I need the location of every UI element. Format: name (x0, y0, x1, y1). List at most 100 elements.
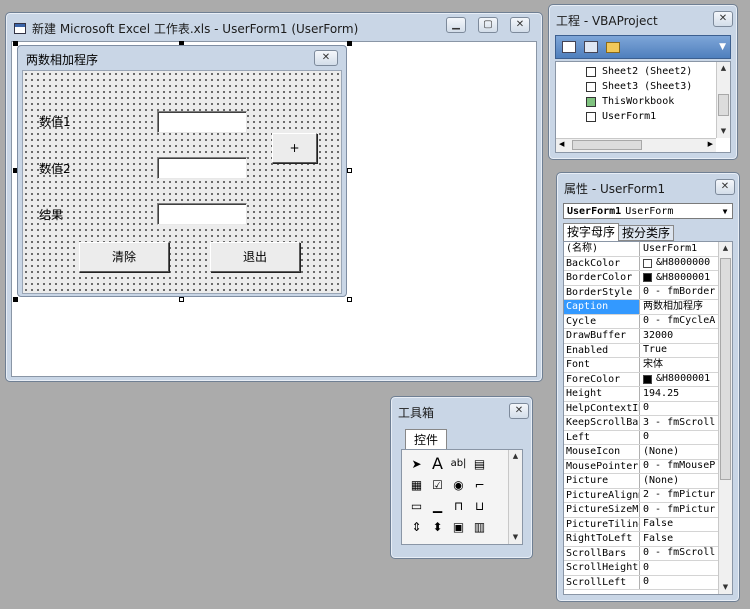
property-row[interactable]: Caption 两数相加程序 (564, 300, 719, 315)
resize-handle[interactable] (347, 168, 352, 173)
scroll-up-icon[interactable]: ▲ (509, 450, 522, 463)
togglebutton-tool-icon[interactable]: ⌐ (469, 474, 490, 495)
property-row[interactable]: PictureSizeMo 0 - fmPictur (564, 503, 719, 518)
property-value[interactable]: 0 - fmBorder (640, 286, 719, 300)
tabstrip-tool-icon[interactable]: ⊓ (448, 495, 469, 516)
textbox-result[interactable] (157, 203, 247, 225)
resize-handle[interactable] (347, 297, 352, 302)
exit-button[interactable]: 退出 (210, 242, 300, 272)
toolbar-chevron-icon[interactable]: ▼ (719, 42, 726, 52)
property-value[interactable]: &H8000000 (640, 257, 719, 271)
maximize-button[interactable]: ▢ (478, 17, 498, 33)
toolbox-vscroll[interactable]: ▲ ▼ (508, 450, 522, 544)
scroll-thumb[interactable] (718, 94, 729, 116)
textbox-value1[interactable] (157, 111, 247, 133)
pointer-icon[interactable]: ➤ (406, 453, 427, 474)
refedit-tool-icon[interactable]: ▥ (469, 516, 490, 537)
property-row[interactable]: MousePointer 0 - fmMouseP (564, 459, 719, 474)
view-object-icon[interactable] (584, 41, 598, 53)
multipage-tool-icon[interactable]: ⊔ (469, 495, 490, 516)
property-row[interactable]: Enabled True (564, 343, 719, 358)
property-value[interactable]: 0 - fmScroll (640, 547, 719, 561)
optionbutton-tool-icon[interactable]: ◉ (448, 474, 469, 495)
project-hscroll[interactable]: ◀ ▶ (556, 138, 716, 152)
property-value[interactable]: 0 - fmPictur (640, 503, 719, 517)
toolbox-close-button[interactable]: ✕ (509, 403, 529, 419)
property-row[interactable]: KeepScrollBar 3 - fmScroll (564, 416, 719, 431)
property-value[interactable]: 两数相加程序 (640, 300, 719, 314)
property-value[interactable]: 0 (640, 431, 719, 445)
add-button[interactable]: + (272, 133, 317, 163)
resize-handle[interactable] (347, 41, 352, 46)
view-code-icon[interactable] (562, 41, 576, 53)
property-row[interactable]: Cycle 0 - fmCycleA (564, 314, 719, 329)
property-value[interactable]: 0 (640, 576, 719, 590)
property-row[interactable]: HelpContextID 0 (564, 401, 719, 416)
property-row[interactable]: ScrollHeight 0 (564, 561, 719, 576)
textbox-tool-icon[interactable]: ab| (448, 453, 469, 474)
property-value[interactable]: 194.25 (640, 387, 719, 401)
textbox-value2[interactable] (157, 157, 247, 179)
scroll-up-icon[interactable]: ▲ (717, 62, 730, 75)
property-value[interactable]: (None) (640, 474, 719, 488)
image-tool-icon[interactable]: ▣ (448, 516, 469, 537)
scroll-left-icon[interactable]: ◀ (559, 140, 564, 148)
property-value[interactable]: 宋体 (640, 358, 719, 372)
tree-item[interactable]: ThisWorkbook (586, 94, 692, 109)
checkbox-tool-icon[interactable]: ☑ (427, 474, 448, 495)
property-row[interactable]: Font 宋体 (564, 358, 719, 373)
tree-item[interactable]: Sheet3 (Sheet3) (586, 79, 692, 94)
property-value[interactable]: UserForm1 (640, 242, 719, 256)
tree-item[interactable]: Sheet2 (Sheet2) (586, 64, 692, 79)
property-value[interactable]: &H8000001 (640, 271, 719, 285)
property-value[interactable]: 0 - fmCycleA (640, 315, 719, 329)
scroll-down-icon[interactable]: ▼ (717, 125, 730, 138)
commandbutton-tool-icon[interactable]: ▁ (427, 495, 448, 516)
project-close-button[interactable]: ✕ (713, 11, 733, 27)
tab-categorized[interactable]: 按分类序 (619, 225, 675, 241)
listbox-tool-icon[interactable]: ▦ (406, 474, 427, 495)
property-value[interactable]: 0 (640, 402, 719, 416)
property-row[interactable]: DrawBuffer 32000 (564, 329, 719, 344)
spinbutton-tool-icon[interactable]: ⬍ (427, 516, 448, 537)
property-value[interactable]: (None) (640, 445, 719, 459)
property-row[interactable]: MouseIcon (None) (564, 445, 719, 460)
property-value[interactable]: 32000 (640, 329, 719, 343)
property-value[interactable]: 0 - fmMouseP (640, 460, 719, 474)
userform-design[interactable]: 两数相加程序 ✕ 数值1 数值2 + 结果 清除 退出 (17, 45, 347, 297)
minimize-button[interactable]: ▁ (446, 17, 466, 33)
property-row[interactable]: Left 0 (564, 430, 719, 445)
userform-close-button[interactable]: ✕ (314, 50, 338, 66)
property-row[interactable]: PictureTiling False (564, 517, 719, 532)
property-row[interactable]: Picture (None) (564, 474, 719, 489)
scroll-up-icon[interactable]: ▲ (719, 242, 732, 255)
scrollbar-tool-icon[interactable]: ⇕ (406, 516, 427, 537)
tab-alphabetic[interactable]: 按字母序 (563, 223, 620, 241)
scroll-right-icon[interactable]: ▶ (708, 140, 713, 148)
property-value[interactable]: 0 (640, 561, 719, 575)
toolbox-tab[interactable]: 控件 (405, 429, 448, 449)
clear-button[interactable]: 清除 (79, 242, 169, 272)
property-row[interactable]: RightToLeft False (564, 532, 719, 547)
scroll-thumb[interactable] (720, 258, 731, 480)
property-value[interactable]: 2 - fmPictur (640, 489, 719, 503)
dropdown-arrow-icon[interactable]: ▼ (718, 207, 732, 216)
property-value[interactable]: True (640, 344, 719, 358)
property-row[interactable]: ForeColor &H8000001 (564, 372, 719, 387)
property-row[interactable]: BackColor &H8000000 (564, 256, 719, 271)
property-row[interactable]: PictureAlignm 2 - fmPictur (564, 488, 719, 503)
project-vscroll[interactable]: ▲ ▼ (716, 62, 730, 138)
property-row[interactable]: ScrollLeft 0 (564, 575, 719, 590)
property-row[interactable]: ScrollBars 0 - fmScroll (564, 546, 719, 561)
hscroll-thumb[interactable] (572, 140, 642, 150)
toggle-folders-icon[interactable] (606, 41, 620, 53)
close-button[interactable]: ✕ (510, 17, 530, 33)
frame-tool-icon[interactable]: ▭ (406, 495, 427, 516)
resize-handle[interactable] (179, 297, 184, 302)
property-value[interactable]: &H8000001 (640, 373, 719, 387)
property-row[interactable]: BorderColor &H8000001 (564, 271, 719, 286)
properties-close-button[interactable]: ✕ (715, 179, 735, 195)
label-tool-icon[interactable]: A (427, 453, 448, 474)
property-row[interactable]: (名称) UserForm1 (564, 242, 719, 257)
userform-body[interactable]: 数值1 数值2 + 结果 清除 退出 (22, 70, 342, 294)
